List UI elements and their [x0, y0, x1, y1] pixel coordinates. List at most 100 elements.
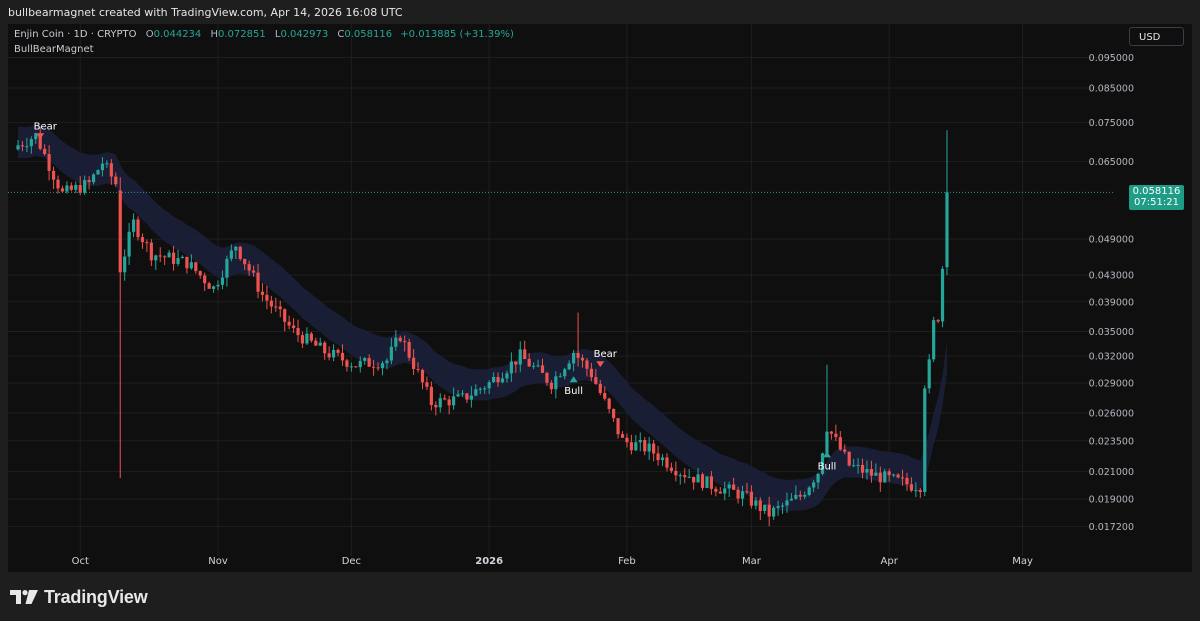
candle-body: [358, 360, 362, 368]
candle-body: [629, 442, 633, 451]
candle-body: [892, 474, 896, 476]
candle-body: [749, 491, 754, 506]
candle-body: [896, 474, 900, 478]
y-tick-label: 0.032000: [1089, 352, 1134, 363]
candle-body: [567, 363, 571, 370]
y-tick-label: 0.095000: [1089, 53, 1134, 64]
candle-body: [767, 504, 771, 517]
up-triangle-icon: [822, 451, 831, 458]
candle-body: [336, 349, 340, 353]
candle-body: [634, 442, 638, 451]
candle-body: [669, 467, 673, 471]
y-tick-label: 0.035000: [1089, 327, 1134, 338]
y-tick-label: 0.019000: [1089, 495, 1134, 506]
candle-body: [860, 464, 865, 473]
candle-body: [563, 369, 567, 377]
candle-body: [678, 475, 682, 477]
candle-body: [265, 294, 269, 301]
bear-signal-label: Bear: [594, 349, 618, 360]
candle-body: [518, 349, 522, 365]
symbol-title[interactable]: Enjin Coin · 1D · CRYPTO: [14, 29, 137, 40]
y-tick-label: 0.039000: [1089, 297, 1134, 308]
candle-body: [807, 487, 811, 495]
candle-body: [740, 491, 745, 499]
x-tick-label: Oct: [72, 556, 89, 567]
candle-body: [123, 256, 127, 273]
candle-body: [43, 148, 47, 155]
candle-body: [185, 256, 189, 269]
candle-body: [452, 396, 456, 406]
candle-body: [385, 360, 389, 364]
candle-body: [545, 372, 549, 383]
candle-body: [643, 440, 647, 452]
candle-body: [656, 453, 660, 461]
candle-body: [847, 451, 851, 466]
bar-countdown: 07:51:21: [1134, 197, 1179, 208]
candle-body: [198, 271, 202, 276]
candle-body: [229, 250, 233, 259]
candle-body: [558, 376, 562, 378]
candle-body: [718, 491, 722, 494]
candle-body: [865, 469, 869, 473]
candle-body: [371, 366, 376, 368]
x-tick-label: Apr: [881, 556, 899, 567]
candle-body: [256, 272, 260, 292]
candle-body: [607, 398, 611, 409]
candle-body: [300, 335, 305, 344]
candle-body: [572, 353, 576, 364]
symbol-legend[interactable]: Enjin Coin · 1D · CRYPTO O0.044234 H0.07…: [14, 29, 514, 40]
candle-body: [620, 434, 625, 438]
candle-body: [225, 258, 229, 278]
y-tick-label: 0.065000: [1089, 157, 1134, 168]
currency-button[interactable]: USD: [1129, 27, 1184, 46]
candle-body: [114, 176, 118, 185]
tradingview-logo-icon: [10, 590, 38, 604]
candle-body: [243, 258, 247, 265]
candle-body: [96, 170, 100, 175]
bull-signal-label: Bull: [818, 461, 837, 472]
indicator-name[interactable]: BullBearMagnet: [14, 44, 94, 55]
candle-body: [323, 342, 327, 354]
last-price-tag: 0.058116 07:51:21: [1129, 185, 1184, 210]
last-price-value: 0.058116: [1132, 186, 1181, 197]
candle-body: [105, 163, 109, 165]
candle-body: [425, 382, 429, 387]
candle-body: [763, 504, 767, 512]
top-caption-bar: bullbearmagnet created with TradingView.…: [0, 0, 1200, 24]
candle-body: [514, 361, 518, 365]
open-value: 0.044234: [153, 29, 202, 40]
candle-body: [674, 470, 678, 476]
y-tick-label: 0.017200: [1089, 522, 1134, 533]
candle-body: [478, 388, 482, 390]
candle-body: [220, 277, 225, 285]
candle-body: [398, 337, 402, 342]
candle-body: [434, 404, 438, 408]
candle-body: [549, 382, 553, 390]
candle-body: [376, 367, 380, 369]
candle-body: [465, 393, 469, 400]
candle-body: [474, 389, 478, 396]
candle-body: [887, 471, 891, 476]
candle-body: [189, 262, 193, 269]
candle-body: [29, 139, 33, 147]
y-tick-label: 0.075000: [1089, 118, 1134, 129]
brand-logo[interactable]: TradingView: [10, 586, 148, 608]
candle-body: [794, 494, 798, 499]
candle-body: [171, 252, 176, 264]
candle-body: [154, 255, 158, 261]
candle-body: [754, 500, 758, 506]
low-value: 0.042973: [280, 29, 329, 40]
candle-body: [496, 377, 500, 383]
candle-body: [118, 190, 122, 273]
candle-body: [74, 184, 78, 190]
candle-body: [429, 386, 433, 405]
candle-body: [340, 352, 345, 361]
candle-body: [696, 474, 700, 483]
candle-body: [776, 506, 780, 508]
candle-body: [87, 180, 91, 183]
candle-body: [589, 368, 593, 378]
candle-body: [878, 472, 882, 483]
candle-body: [216, 284, 220, 287]
price-chart[interactable]: 0.095000 0.085000 0.075000 0.065000 0.049000…: [8, 24, 1192, 572]
candle-body: [447, 399, 451, 406]
